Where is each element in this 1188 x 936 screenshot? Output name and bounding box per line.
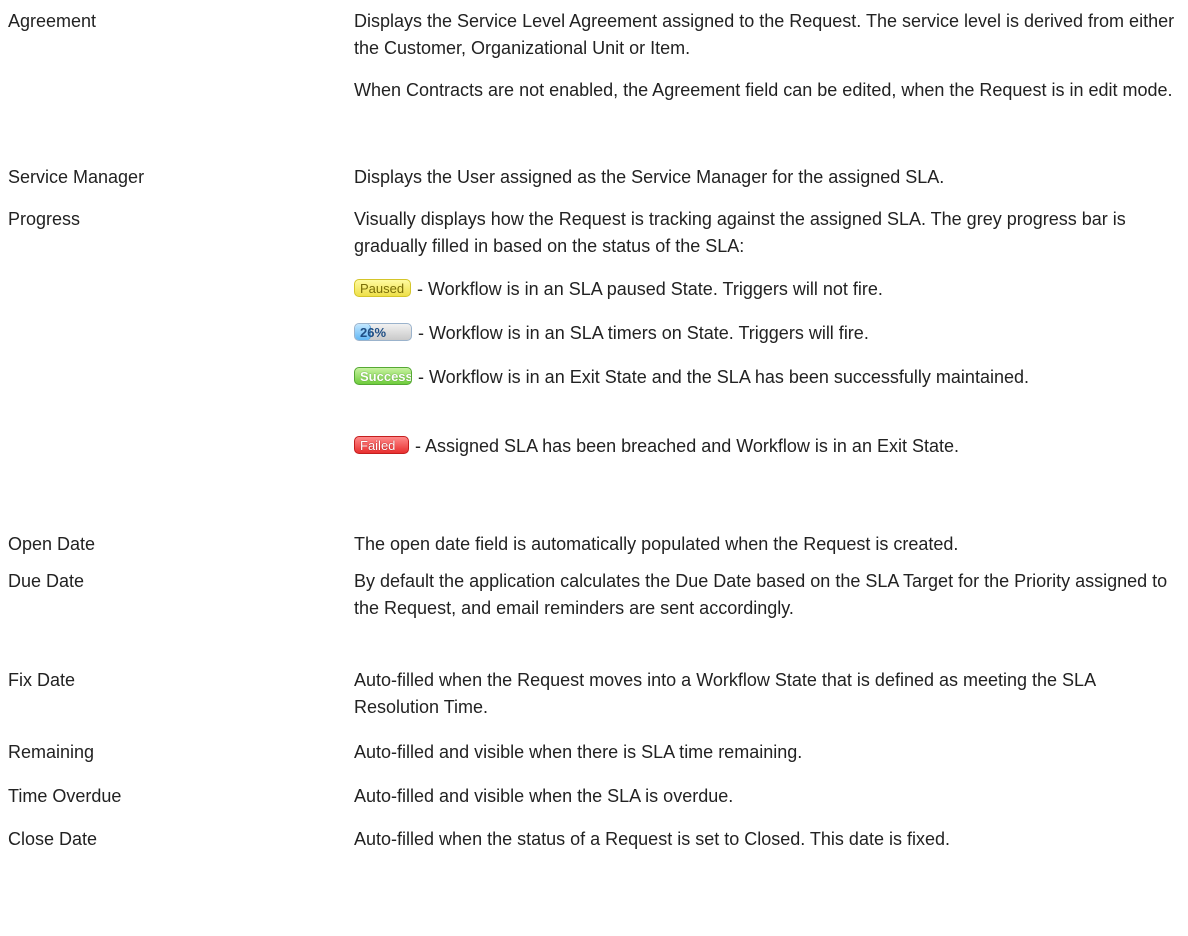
due-date-desc: By default the application calculates th… — [354, 571, 1168, 618]
failed-badge: Failed — [354, 436, 409, 454]
term-open-date: Open Date — [8, 534, 96, 554]
success-badge: Success — [354, 367, 412, 385]
paused-line: Paused - Workflow is in an SLA paused Sta… — [354, 276, 1180, 303]
definition-agreement: Displays the Service Level Agreement ass… — [354, 8, 1180, 104]
definition-due-date: By default the application calculates th… — [354, 568, 1180, 622]
failed-desc: - Assigned SLA has been breached and Wor… — [415, 436, 959, 456]
remaining-desc: Auto-filled and visible when there is SL… — [354, 742, 803, 762]
close-date-desc: Auto-filled when the status of a Request… — [354, 829, 950, 849]
agreement-desc-2: When Contracts are not enabled, the Agre… — [354, 80, 1173, 100]
progress-desc: Visually displays how the Request is tra… — [354, 209, 1126, 256]
paused-desc: - Workflow is in an SLA paused State. Tr… — [417, 279, 883, 299]
definition-progress: Visually displays how the Request is tra… — [354, 206, 1180, 460]
agreement-desc-1: Displays the Service Level Agreement ass… — [354, 11, 1175, 58]
term-time-overdue: Time Overdue — [8, 786, 122, 806]
term-due-date: Due Date — [8, 571, 85, 591]
success-line: Success - Workflow is in an Exit State an… — [354, 364, 1180, 418]
term-close-date: Close Date — [8, 829, 98, 849]
term-progress: Progress — [8, 209, 81, 229]
definition-remaining: Auto-filled and visible when there is SL… — [354, 739, 1180, 766]
term-agreement: Agreement — [8, 11, 97, 31]
service-manager-desc: Displays the User assigned as the Servic… — [354, 167, 945, 187]
progress-bar-badge: 26% — [354, 323, 412, 341]
term-remaining: Remaining — [8, 742, 95, 762]
definition-open-date: The open date field is automatically pop… — [354, 531, 1180, 558]
failed-line: Failed - Assigned SLA has been breached a… — [354, 433, 1180, 460]
time-overdue-desc: Auto-filled and visible when the SLA is … — [354, 786, 734, 806]
term-service-manager: Service Manager — [8, 167, 145, 187]
success-desc: - Workflow is in an Exit State and the S… — [418, 367, 1029, 387]
timers-on-line: 26% - Workflow is in an SLA timers on Sta… — [354, 320, 1180, 347]
definition-service-manager: Displays the User assigned as the Servic… — [354, 164, 1180, 191]
fix-date-desc: Auto-filled when the Request moves into … — [354, 670, 1096, 717]
paused-badge: Paused — [354, 279, 411, 297]
definition-close-date: Auto-filled when the status of a Request… — [354, 826, 1180, 853]
definition-time-overdue: Auto-filled and visible when the SLA is … — [354, 783, 1180, 810]
timers-on-desc: - Workflow is in an SLA timers on State.… — [418, 323, 869, 343]
definition-fix-date: Auto-filled when the Request moves into … — [354, 667, 1180, 721]
open-date-desc: The open date field is automatically pop… — [354, 534, 959, 554]
term-fix-date: Fix Date — [8, 670, 76, 690]
progress-bar-label: 26% — [360, 325, 387, 340]
